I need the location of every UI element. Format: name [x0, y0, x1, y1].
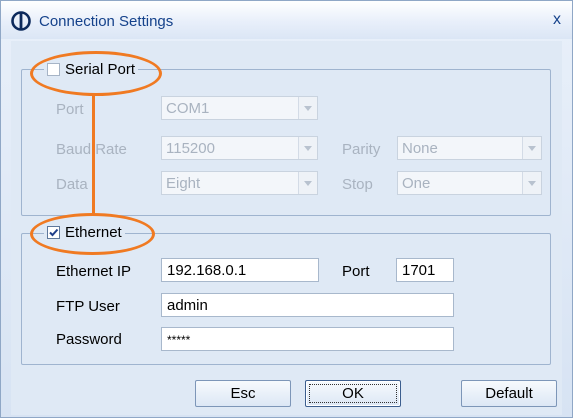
cd-logo-icon: [11, 11, 31, 31]
parity-select-value: None: [402, 140, 438, 157]
password-label: Password: [56, 331, 122, 348]
baud-rate-dropdown-arrow[interactable]: [298, 137, 317, 159]
title-bar: Connection Settings x: [1, 1, 572, 39]
port-select-value: COM1: [166, 100, 210, 117]
ethernet-highlight: [30, 213, 155, 255]
parity-label: Parity: [342, 141, 381, 158]
parity-dropdown-arrow[interactable]: [522, 137, 541, 159]
chevron-down-icon: [304, 106, 312, 111]
baud-rate-select[interactable]: 115200: [161, 136, 318, 160]
default-button[interactable]: Default: [461, 380, 557, 407]
stop-dropdown-arrow[interactable]: [522, 172, 541, 194]
chevron-down-icon: [528, 146, 536, 151]
port-select[interactable]: COM1: [161, 96, 318, 120]
baud-rate-select-value: 115200: [166, 140, 215, 157]
ftp-user-input[interactable]: admin: [161, 293, 454, 317]
ethernet-ip-label: Ethernet IP: [56, 263, 132, 280]
data-select-value: Eight: [166, 175, 201, 192]
ok-focus-indicator: [309, 384, 397, 403]
port-label: Port: [56, 101, 84, 118]
connection-settings-dialog: Connection Settings x Serial Port Port C…: [0, 0, 573, 418]
annotation-connector: [92, 94, 95, 216]
chevron-down-icon: [528, 181, 536, 186]
stop-select-value: One: [402, 175, 431, 192]
ethernet-port-label: Port: [342, 263, 370, 280]
serial-port-highlight: [30, 51, 162, 96]
data-label: Data: [56, 176, 88, 193]
ftp-user-label: FTP User: [56, 298, 120, 315]
password-input[interactable]: *****: [161, 327, 454, 351]
data-dropdown-arrow[interactable]: [298, 172, 317, 194]
chevron-down-icon: [304, 146, 312, 151]
ok-button[interactable]: OK: [305, 380, 401, 407]
ethernet-port-input[interactable]: 1701: [396, 258, 454, 282]
window-title: Connection Settings: [39, 13, 174, 30]
data-select[interactable]: Eight: [161, 171, 318, 195]
stop-select[interactable]: One: [397, 171, 542, 195]
chevron-down-icon: [304, 181, 312, 186]
stop-label: Stop: [342, 176, 373, 193]
port-dropdown-arrow[interactable]: [298, 97, 317, 119]
close-button[interactable]: x: [553, 11, 561, 29]
parity-select[interactable]: None: [397, 136, 542, 160]
ethernet-ip-input[interactable]: 192.168.0.1: [161, 258, 319, 282]
esc-button[interactable]: Esc: [195, 380, 291, 407]
